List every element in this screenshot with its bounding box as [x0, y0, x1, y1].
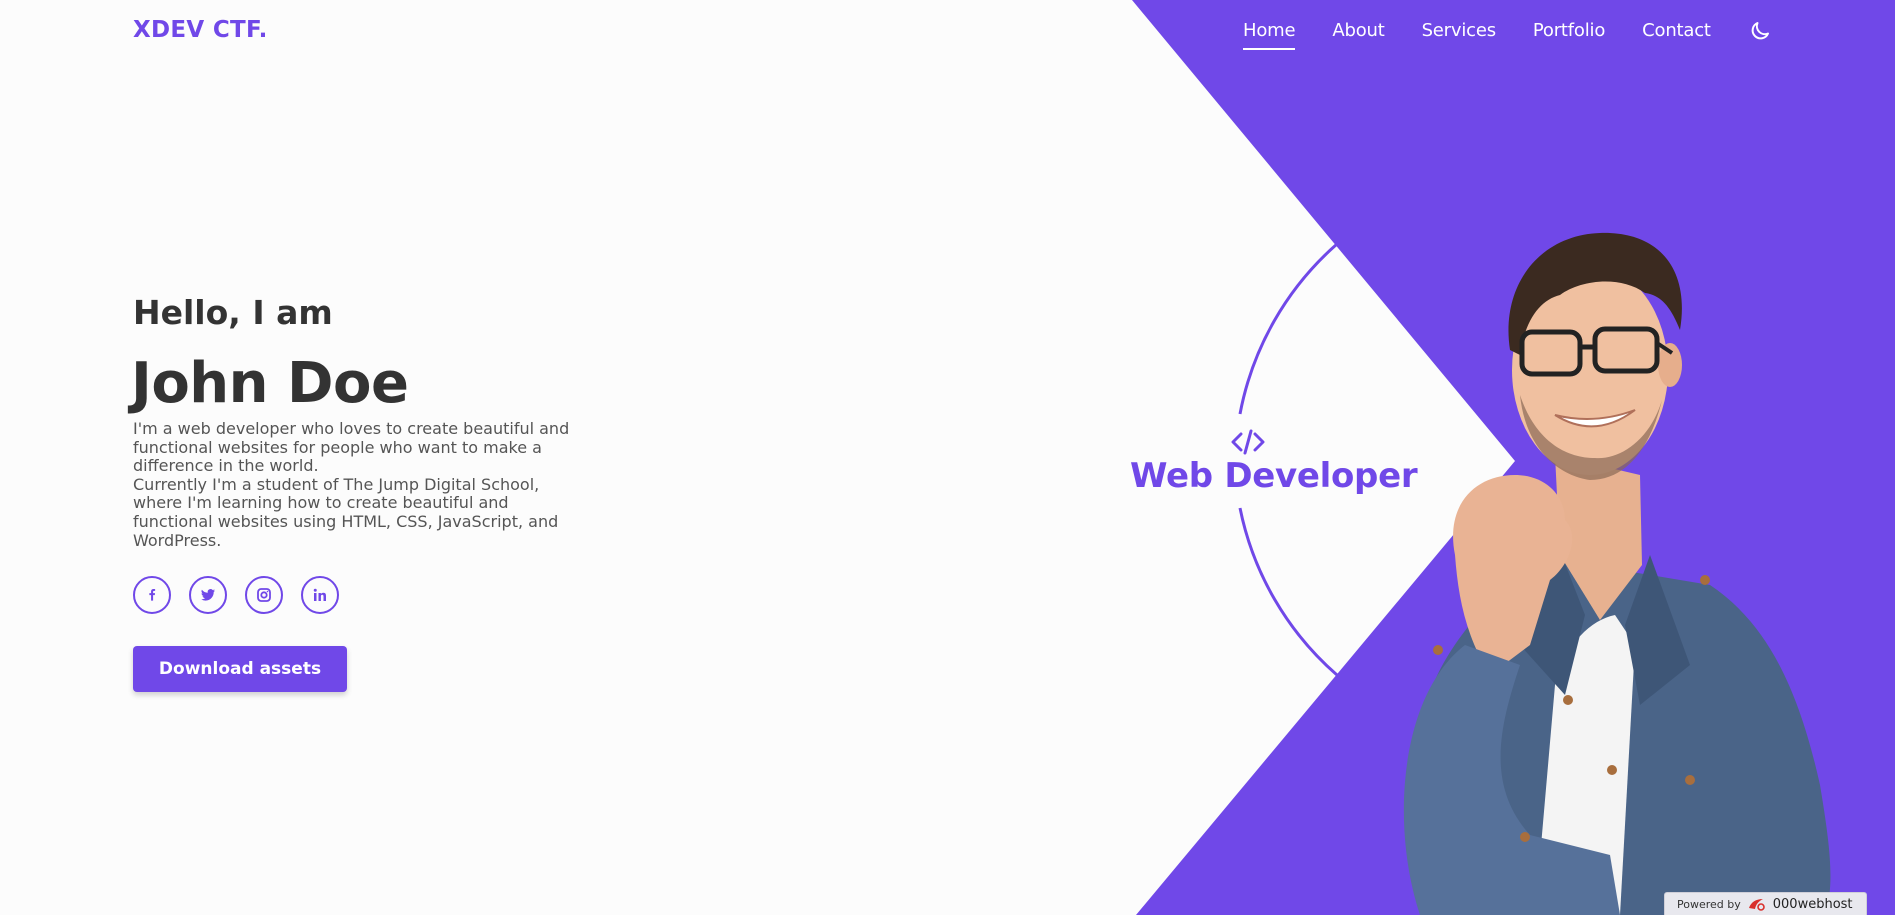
name-heading: John Doe [131, 351, 409, 416]
greeting-heading: Hello, I am [133, 293, 333, 332]
nav-home[interactable]: Home [1243, 20, 1296, 50]
facebook-link[interactable] [133, 576, 171, 614]
code-icon [1231, 429, 1264, 455]
linkedin-icon [313, 588, 326, 601]
bio-line-1: I'm a web developer who loves to create … [133, 419, 570, 476]
download-assets-button[interactable]: Download assets [133, 646, 347, 692]
powered-by-label: Powered by [1677, 897, 1741, 911]
main-nav: Home About Services Portfolio Contact [1243, 19, 1772, 50]
powered-by-badge[interactable]: Powered by 000webhost [1664, 892, 1867, 915]
arc-bottom [1238, 507, 1338, 677]
arc-top [1238, 242, 1338, 415]
linkedin-link[interactable] [301, 576, 339, 614]
twitter-icon [201, 589, 215, 601]
twitter-link[interactable] [189, 576, 227, 614]
social-links [133, 576, 339, 614]
nav-contact[interactable]: Contact [1642, 20, 1711, 47]
instagram-icon [257, 588, 271, 602]
nav-about[interactable]: About [1332, 20, 1384, 47]
page: XDEV CTF. Home About Services Portfolio … [0, 0, 1895, 915]
profile-photo [1403, 232, 1831, 915]
role-title: Web Developer [1130, 456, 1418, 496]
powered-by-brand: 000webhost [1772, 896, 1853, 912]
bio-line-2: Currently I'm a student of The Jump Digi… [133, 474, 559, 550]
nav-portfolio[interactable]: Portfolio [1533, 20, 1605, 47]
bio-text: I'm a web developer who loves to create … [133, 419, 578, 550]
webhost-logo-icon [1748, 899, 1765, 911]
site-logo[interactable]: XDEV CTF. [133, 17, 268, 43]
facebook-icon [149, 589, 156, 601]
instagram-link[interactable] [245, 576, 283, 614]
role-block: Web Developer [1130, 428, 1418, 496]
moon-icon[interactable] [1748, 19, 1772, 43]
nav-services[interactable]: Services [1422, 20, 1497, 47]
